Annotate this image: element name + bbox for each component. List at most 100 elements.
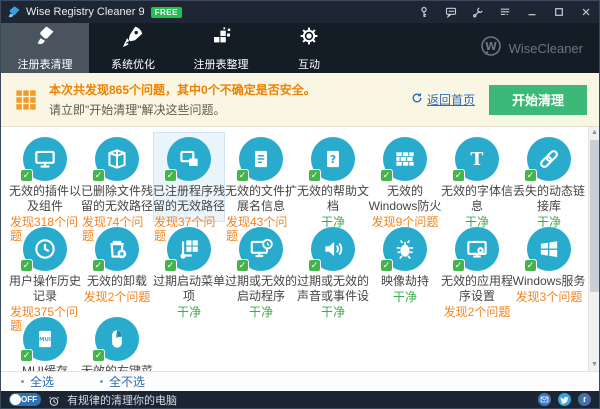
tab-system-tuneup[interactable]: 系统优化 [89,23,177,73]
checkbox-checked-icon[interactable]: ✓ [20,259,33,272]
svg-text:MUI: MUI [39,337,51,343]
scan-item[interactable]: ✓ 映像劫持 干净 [369,222,441,312]
checkbox-checked-icon[interactable]: ✓ [308,169,321,182]
scan-item[interactable]: ✓ 过期或无效的声音或事件设 干净 [297,222,369,312]
checkbox-checked-icon[interactable]: ✓ [20,349,33,362]
key-icon[interactable] [410,1,437,23]
checkbox-checked-icon[interactable]: ✓ [236,169,249,182]
checkbox-checked-icon[interactable]: ✓ [380,169,393,182]
scan-item[interactable]: ✓ 丢失的动态链接库 干净 [513,132,585,222]
item-icon-wrap: ✓ [95,137,139,181]
back-home-link[interactable]: 返回首页 [411,91,475,108]
alert-summary: 本次共发现865个问题，其中0个不确定是否安全。 [49,81,411,98]
menu-icon[interactable] [491,1,518,23]
checkbox-checked-icon[interactable]: ✓ [236,259,249,272]
item-label: 无效的右键菜单项 [80,364,154,371]
scan-item[interactable]: ✓ 已删除文件残留的无效路径 发现74个问题 [81,132,153,222]
maximize-button[interactable] [545,1,572,23]
scrollbar-thumb[interactable] [590,140,599,292]
item-label: MUI缓存 [8,364,82,371]
scan-item[interactable]: ✓ 无效的应用程序设置 发现2个问题 [441,222,513,312]
facebook-icon[interactable]: f [578,393,591,406]
bullet-icon [21,380,24,383]
select-none-link[interactable]: 全不选 [100,373,145,390]
tab-registry-defrag[interactable]: 注册表整理 [177,23,265,73]
scan-items-grid: ✓ 无效的插件以及组件 发现318个问题 ✓ 已删除文件残留的无效路径 发现74… [1,127,599,371]
checkbox-checked-icon[interactable]: ✓ [452,169,465,182]
item-label: 过期或无效的声音或事件设 [296,274,370,304]
close-button[interactable] [572,1,599,23]
brand-logo: W WiseCleaner [479,23,583,73]
alert-texts: 本次共发现865个问题，其中0个不确定是否安全。 请立即"开始清理"解决这些问题… [49,81,411,118]
scrollbar[interactable]: ▲ ▼ [588,127,599,371]
scan-item[interactable]: T ✓ 无效的字体信息 干净 [441,132,513,222]
scroll-down-arrow-icon[interactable]: ▼ [589,359,599,371]
item-status: 发现3个问题 [516,290,583,304]
checkbox-checked-icon[interactable]: ✓ [524,259,537,272]
item-status: 发现2个问题 [444,305,511,319]
item-label: 无效的插件以及组件 [8,184,82,214]
scan-item[interactable]: ✓ Windows服务 发现3个问题 [513,222,585,312]
tab-label: 系统优化 [111,56,155,72]
checkbox-checked-icon[interactable]: ✓ [164,259,177,272]
brand-name: WiseCleaner [509,41,583,56]
item-label: 用户操作历史记录 [8,274,82,304]
tools-icon[interactable] [464,1,491,23]
nav-tabs: 注册表清理 系统优化 注册表整理 互动 W WiseCleaner [1,23,599,73]
brush-icon [33,24,57,53]
select-none-label: 全不选 [109,373,145,390]
item-status: 发现2个问题 [84,290,151,304]
blocks-icon [209,24,233,53]
schedule-toggle[interactable]: OFF [9,393,41,406]
scan-item[interactable]: ✓ 已注册程序残留的无效路径 发现37个问题 [153,132,225,222]
select-all-link[interactable]: 全选 [21,373,54,390]
scan-item[interactable]: ✓ 无效的右键菜单项 [81,312,153,371]
scan-item[interactable]: ✓ 过期启动菜单项 干净 [153,222,225,312]
alert-hint: 请立即"开始清理"解决这些问题。 [49,101,411,118]
schedule-hint-text: 有规律的清理你的电脑 [67,392,177,408]
scan-item[interactable]: ? ✓ 无效的帮助文档 干净 [297,132,369,222]
orange-grid-icon [15,89,37,111]
item-label: 映像劫持 [368,274,442,289]
item-icon-wrap: ✓ [311,227,355,271]
item-label: 无效的卸载 [80,274,154,289]
checkbox-checked-icon[interactable]: ✓ [92,169,105,182]
scan-item[interactable]: MUI ✓ MUI缓存 发现2个问题 [9,312,81,371]
checkbox-checked-icon[interactable]: ✓ [92,259,105,272]
checkbox-checked-icon[interactable]: ✓ [380,259,393,272]
tab-label: 互动 [298,56,320,72]
scan-item[interactable]: ✓ 无效的Windows防火 发现9个问题 [369,132,441,222]
checkbox-checked-icon[interactable]: ✓ [452,259,465,272]
twitter-icon[interactable] [558,393,571,406]
scan-item[interactable]: ✓ 过期或无效的启动程序 干净 [225,222,297,312]
tab-label: 注册表整理 [194,56,249,72]
checkbox-checked-icon[interactable]: ✓ [20,169,33,182]
email-icon[interactable] [538,393,551,406]
checkbox-checked-icon[interactable]: ✓ [308,259,321,272]
select-all-label: 全选 [30,373,54,390]
selection-links-row: 全选 全不选 [1,371,599,391]
scroll-up-arrow-icon[interactable]: ▲ [589,127,599,139]
checkbox-checked-icon[interactable]: ✓ [524,169,537,182]
checkbox-checked-icon[interactable]: ✓ [164,169,177,182]
item-icon-wrap: ✓ [383,137,427,181]
tab-community[interactable]: 互动 [265,23,353,73]
app-logo-icon [7,5,21,19]
item-icon-wrap: ✓ [23,227,67,271]
feedback-icon[interactable] [437,1,464,23]
tab-registry-cleaner[interactable]: 注册表清理 [1,23,89,73]
scan-item[interactable]: ✓ 无效的插件以及组件 发现318个问题 [9,132,81,222]
item-icon-wrap: ✓ [527,137,571,181]
tab-label: 注册表清理 [18,56,73,72]
scan-item[interactable]: ✓ 无效的卸载 发现2个问题 [81,222,153,312]
item-label: 无效的Windows防火 [368,184,442,214]
item-icon-wrap: ✓ [239,137,283,181]
minimize-button[interactable] [518,1,545,23]
scan-item[interactable]: ✓ 用户操作历史记录 发现375个问题 [9,222,81,312]
item-status: 干净 [321,305,345,319]
scan-item[interactable]: ✓ 无效的文件扩展名信息 发现43个问题 [225,132,297,222]
checkbox-checked-icon[interactable]: ✓ [92,349,105,362]
item-icon-wrap: ✓ [167,137,211,181]
start-clean-button[interactable]: 开始清理 [489,85,587,115]
item-label: 无效的帮助文档 [296,184,370,214]
